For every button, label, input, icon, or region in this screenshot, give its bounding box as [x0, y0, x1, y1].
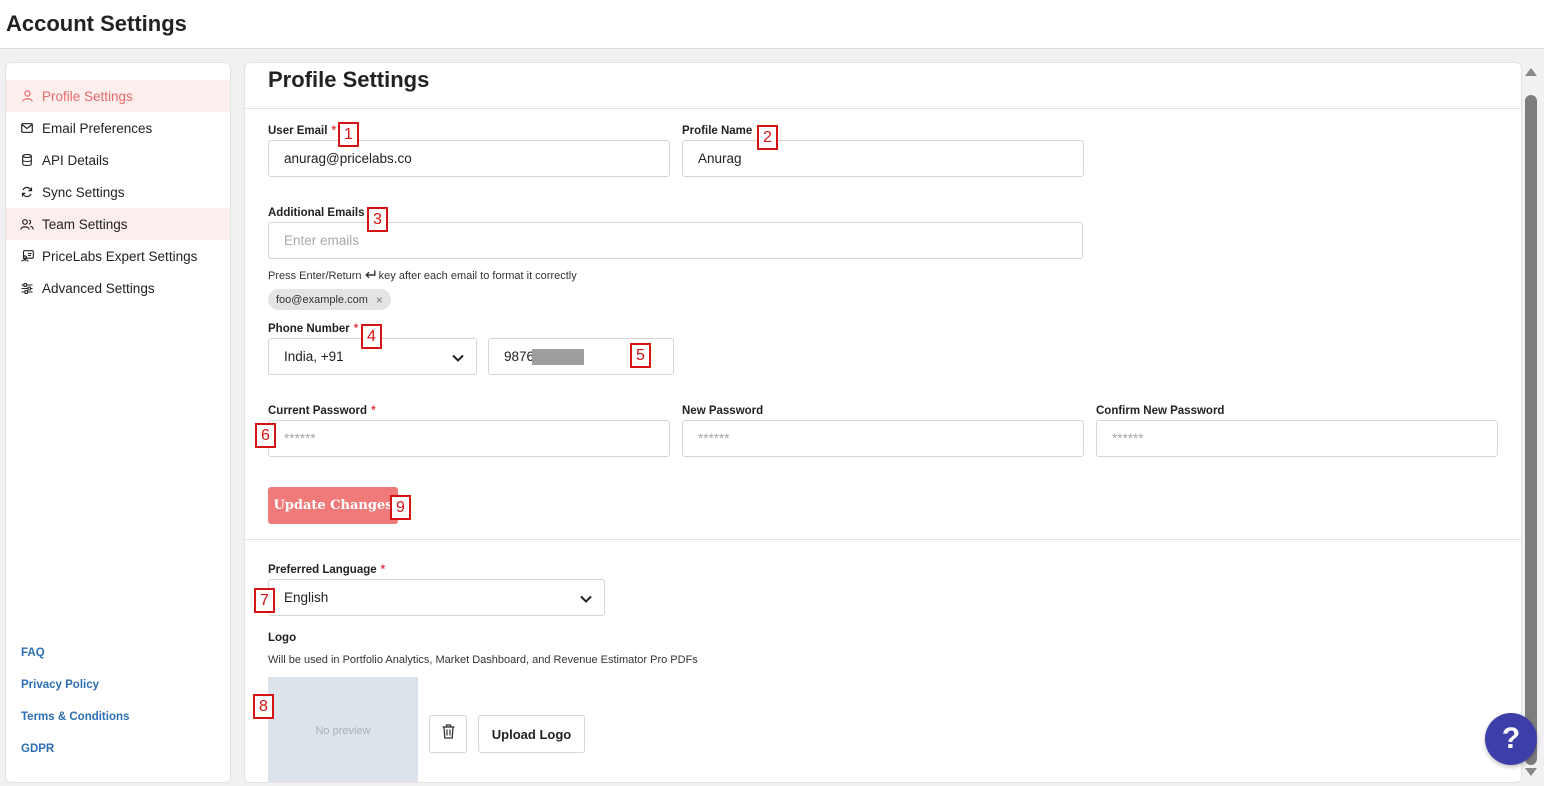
sidebar-item-profile-settings[interactable]: Profile Settings	[6, 80, 230, 112]
annotation-marker-7: 7	[254, 588, 275, 613]
email-chip: foo@example.com ×	[268, 289, 391, 310]
faq-link[interactable]: FAQ	[21, 647, 45, 659]
sidebar: Profile Settings Email Preferences API D…	[5, 62, 231, 783]
sliders-icon	[20, 281, 34, 295]
sidebar-item-label: Sync Settings	[42, 184, 125, 200]
annotation-marker-8: 8	[253, 694, 274, 719]
update-changes-button[interactable]: Update Changes	[268, 487, 398, 524]
annotation-marker-1: 1	[338, 122, 359, 147]
privacy-policy-link[interactable]: Privacy Policy	[21, 679, 99, 691]
scroll-up-arrow-icon[interactable]	[1525, 68, 1537, 76]
vertical-scrollbar[interactable]	[1522, 62, 1540, 783]
team-icon	[20, 217, 34, 231]
sidebar-item-advanced-settings[interactable]: Advanced Settings	[6, 272, 230, 304]
language-select[interactable]: English	[268, 579, 605, 616]
new-password-label: New Password	[682, 405, 764, 417]
top-bar: Account Settings	[0, 0, 1544, 49]
additional-emails-input[interactable]: Enter emails	[268, 222, 1083, 259]
section-title: Profile Settings	[268, 67, 430, 92]
logo-description: Will be used in Portfolio Analytics, Mar…	[268, 654, 698, 666]
chevron-down-icon	[452, 350, 464, 365]
divider	[245, 108, 1521, 109]
gdpr-link[interactable]: GDPR	[21, 743, 54, 755]
scroll-down-arrow-icon[interactable]	[1525, 768, 1537, 776]
user-icon	[20, 89, 34, 103]
mail-icon	[20, 121, 34, 135]
logo-preview: No preview	[268, 677, 418, 782]
preferred-language-label: Preferred Language *	[268, 564, 386, 576]
phone-number-label: Phone Number *	[268, 323, 359, 335]
annotation-marker-4: 4	[361, 324, 382, 349]
sidebar-item-label: PriceLabs Expert Settings	[42, 248, 198, 264]
page-title: Account Settings	[6, 11, 187, 36]
chip-remove-icon[interactable]: ×	[376, 293, 383, 307]
logo-label: Logo	[268, 632, 297, 644]
additional-emails-hint: Press Enter/Return key after each email …	[268, 270, 577, 282]
chevron-down-icon	[580, 591, 592, 606]
user-email-field[interactable]: anurag@pricelabs.co	[268, 140, 670, 177]
sidebar-item-pricelabs-expert-settings[interactable]: PriceLabs Expert Settings	[6, 240, 230, 272]
sidebar-item-api-details[interactable]: API Details	[6, 144, 230, 176]
sidebar-item-label: API Details	[42, 152, 109, 168]
annotation-marker-3: 3	[367, 207, 388, 232]
annotation-marker-6: 6	[255, 423, 276, 448]
sidebar-item-team-settings[interactable]: Team Settings	[6, 208, 230, 240]
divider	[245, 539, 1521, 540]
upload-logo-button[interactable]: Upload Logo	[478, 715, 585, 753]
user-email-label: User Email *	[268, 125, 336, 137]
sidebar-item-email-preferences[interactable]: Email Preferences	[6, 112, 230, 144]
sync-icon	[20, 185, 34, 199]
profile-name-field[interactable]: Anurag	[682, 140, 1084, 177]
additional-emails-label: Additional Emails	[268, 207, 365, 219]
sidebar-item-label: Profile Settings	[42, 88, 133, 104]
sidebar-item-label: Advanced Settings	[42, 280, 155, 296]
profile-name-label: Profile Name	[682, 125, 753, 137]
delete-logo-button[interactable]	[429, 715, 467, 753]
scroll-thumb[interactable]	[1525, 95, 1537, 765]
database-icon	[20, 153, 34, 167]
enter-key-icon	[364, 270, 379, 282]
confirm-password-label: Confirm New Password	[1096, 405, 1225, 417]
current-password-field[interactable]: ******	[268, 420, 670, 457]
sidebar-item-label: Team Settings	[42, 216, 128, 232]
annotation-marker-5: 5	[630, 343, 651, 368]
help-button[interactable]: ?	[1485, 713, 1537, 765]
question-mark-icon: ?	[1501, 722, 1521, 755]
annotation-marker-2: 2	[757, 125, 778, 150]
redacted-block	[532, 348, 585, 365]
expert-icon	[20, 249, 34, 263]
terms-conditions-link[interactable]: Terms & Conditions	[21, 711, 129, 723]
annotation-marker-9: 9	[390, 495, 411, 520]
current-password-label: Current Password *	[268, 405, 376, 417]
trash-icon	[442, 724, 455, 744]
profile-settings-panel: Profile Settings User Email * anurag@pric…	[244, 62, 1522, 783]
sidebar-item-sync-settings[interactable]: Sync Settings	[6, 176, 230, 208]
new-password-field[interactable]: ******	[682, 420, 1084, 457]
confirm-password-field[interactable]: ******	[1096, 420, 1498, 457]
sidebar-item-label: Email Preferences	[42, 120, 153, 136]
